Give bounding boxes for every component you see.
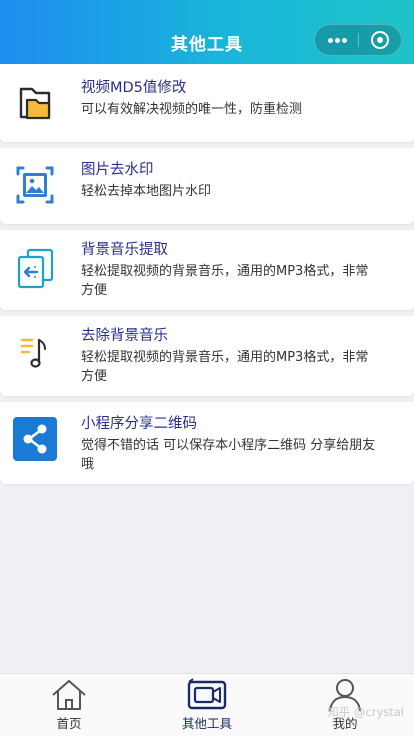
source-watermark: 知乎 @crystal [327, 705, 404, 719]
camera-tool-icon [187, 678, 227, 710]
share-icon [12, 416, 58, 462]
tool-item-md5[interactable]: 视频MD5值修改 可以有效解决视频的唯一性，防重检测 [0, 64, 414, 142]
tab-label: 首页 [56, 716, 82, 731]
tab-home[interactable]: 首页 [19, 674, 119, 736]
tab-other-tools[interactable]: 其他工具 [157, 674, 257, 736]
tab-bar: 首页 其他工具 我的 知乎 @crystal [0, 673, 414, 736]
tool-item-watermark[interactable]: 图片去水印 轻松去掉本地图片水印 [0, 148, 414, 224]
nav-header: 其他工具 [0, 0, 414, 64]
tool-title: 去除背景音乐 [81, 328, 168, 344]
tool-description: 轻松提取视频的背景音乐，通用的MP3格式，非常方便 [81, 350, 369, 384]
dot-icon [328, 38, 333, 43]
tool-item-extract-music[interactable]: 背景音乐提取 轻松提取视频的背景音乐，通用的MP3格式，非常方便 [0, 230, 414, 310]
folder-icon [12, 80, 58, 126]
target-dot [377, 37, 383, 43]
tool-description: 轻松提取视频的背景音乐，通用的MP3格式，非常方便 [81, 264, 369, 298]
home-icon [52, 680, 86, 710]
dot-icon [335, 38, 340, 43]
extract-file-icon [12, 246, 58, 292]
dot-icon [342, 38, 347, 43]
mini-program-capsule [314, 24, 402, 56]
tool-item-remove-music[interactable]: 去除背景音乐 轻松提取视频的背景音乐，通用的MP3格式，非常方便 [0, 316, 414, 396]
tool-title: 小程序分享二维码 [81, 416, 197, 432]
tool-title: 图片去水印 [81, 162, 154, 178]
tool-item-share-qrcode[interactable]: 小程序分享二维码 觉得不错的话 可以保存本小程序二维码 分享给朋友哦 [0, 402, 414, 484]
tab-label: 其他工具 [181, 716, 232, 731]
music-list-icon [12, 330, 58, 376]
tool-description: 轻松去掉本地图片水印 [81, 184, 212, 199]
image-frame-icon [12, 162, 58, 208]
tool-title: 背景音乐提取 [81, 242, 168, 258]
tool-description: 觉得不错的话 可以保存本小程序二维码 分享给朋友哦 [81, 438, 376, 472]
tool-description: 可以有效解决视频的唯一性，防重检测 [81, 102, 303, 117]
tool-title: 视频MD5值修改 [81, 80, 187, 96]
more-options-button[interactable] [315, 25, 358, 55]
close-mini-program-button[interactable] [359, 25, 402, 55]
